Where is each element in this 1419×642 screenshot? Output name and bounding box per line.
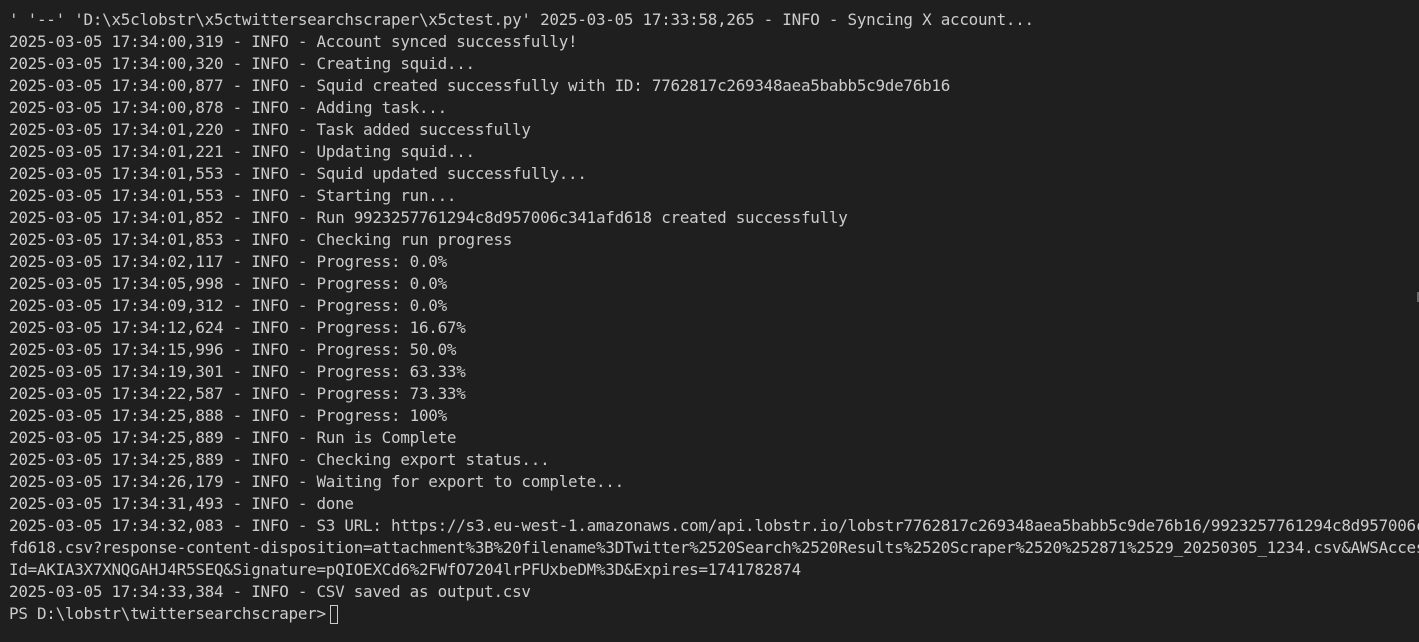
terminal-window[interactable]: ' '--' 'D:\x5clobstr\x5ctwittersearchscr…	[0, 0, 1419, 642]
terminal-line: 2025-03-05 17:34:00,319 - INFO - Account…	[9, 32, 578, 51]
terminal-prompt-line[interactable]: PS D:\lobstr\twittersearchscraper>	[9, 603, 1419, 625]
terminal-line: 2025-03-05 17:34:22,587 - INFO - Progres…	[9, 384, 466, 403]
terminal-line: fd618.csv?response-content-disposition=a…	[9, 538, 1419, 557]
terminal-line: 2025-03-05 17:34:26,179 - INFO - Waiting…	[9, 472, 624, 491]
terminal-line: 2025-03-05 17:34:01,853 - INFO - Checkin…	[9, 230, 513, 249]
terminal-line: 2025-03-05 17:34:31,493 - INFO - done	[9, 494, 354, 513]
terminal-line: 2025-03-05 17:34:33,384 - INFO - CSV sav…	[9, 582, 531, 601]
terminal-line: 2025-03-05 17:34:00,320 - INFO - Creatin…	[9, 54, 475, 73]
terminal-line: 2025-03-05 17:34:00,877 - INFO - Squid c…	[9, 76, 951, 95]
terminal-line: 2025-03-05 17:34:01,553 - INFO - Squid u…	[9, 164, 587, 183]
terminal-line: 2025-03-05 17:34:02,117 - INFO - Progres…	[9, 252, 447, 271]
text-cursor[interactable]	[329, 604, 338, 624]
terminal-line: 2025-03-05 17:34:25,889 - INFO - Checkin…	[9, 450, 550, 469]
terminal-line: 2025-03-05 17:34:01,221 - INFO - Updatin…	[9, 142, 475, 161]
terminal-line: 2025-03-05 17:34:01,553 - INFO - Startin…	[9, 186, 457, 205]
terminal-line: 2025-03-05 17:34:01,852 - INFO - Run 992…	[9, 208, 848, 227]
terminal-prompt: PS D:\lobstr\twittersearchscraper>	[9, 604, 326, 623]
terminal-line: 2025-03-05 17:34:25,889 - INFO - Run is …	[9, 428, 457, 447]
terminal-line: 2025-03-05 17:34:00,878 - INFO - Adding …	[9, 98, 447, 117]
terminal-line: Id=AKIA3X7XNQGAHJ4R5SEQ&Signature=pQIOEX…	[9, 560, 801, 579]
terminal-line: ' '--' 'D:\x5clobstr\x5ctwittersearchscr…	[9, 10, 1034, 29]
terminal-line: 2025-03-05 17:34:01,220 - INFO - Task ad…	[9, 120, 531, 139]
terminal-line: 2025-03-05 17:34:25,888 - INFO - Progres…	[9, 406, 447, 425]
terminal-line: 2025-03-05 17:34:09,312 - INFO - Progres…	[9, 296, 447, 315]
terminal-line: 2025-03-05 17:34:15,996 - INFO - Progres…	[9, 340, 457, 359]
terminal-line: 2025-03-05 17:34:32,083 - INFO - S3 URL:…	[9, 516, 1419, 535]
terminal-line: 2025-03-05 17:34:12,624 - INFO - Progres…	[9, 318, 466, 337]
terminal-line: 2025-03-05 17:34:05,998 - INFO - Progres…	[9, 274, 447, 293]
terminal-line: 2025-03-05 17:34:19,301 - INFO - Progres…	[9, 362, 466, 381]
